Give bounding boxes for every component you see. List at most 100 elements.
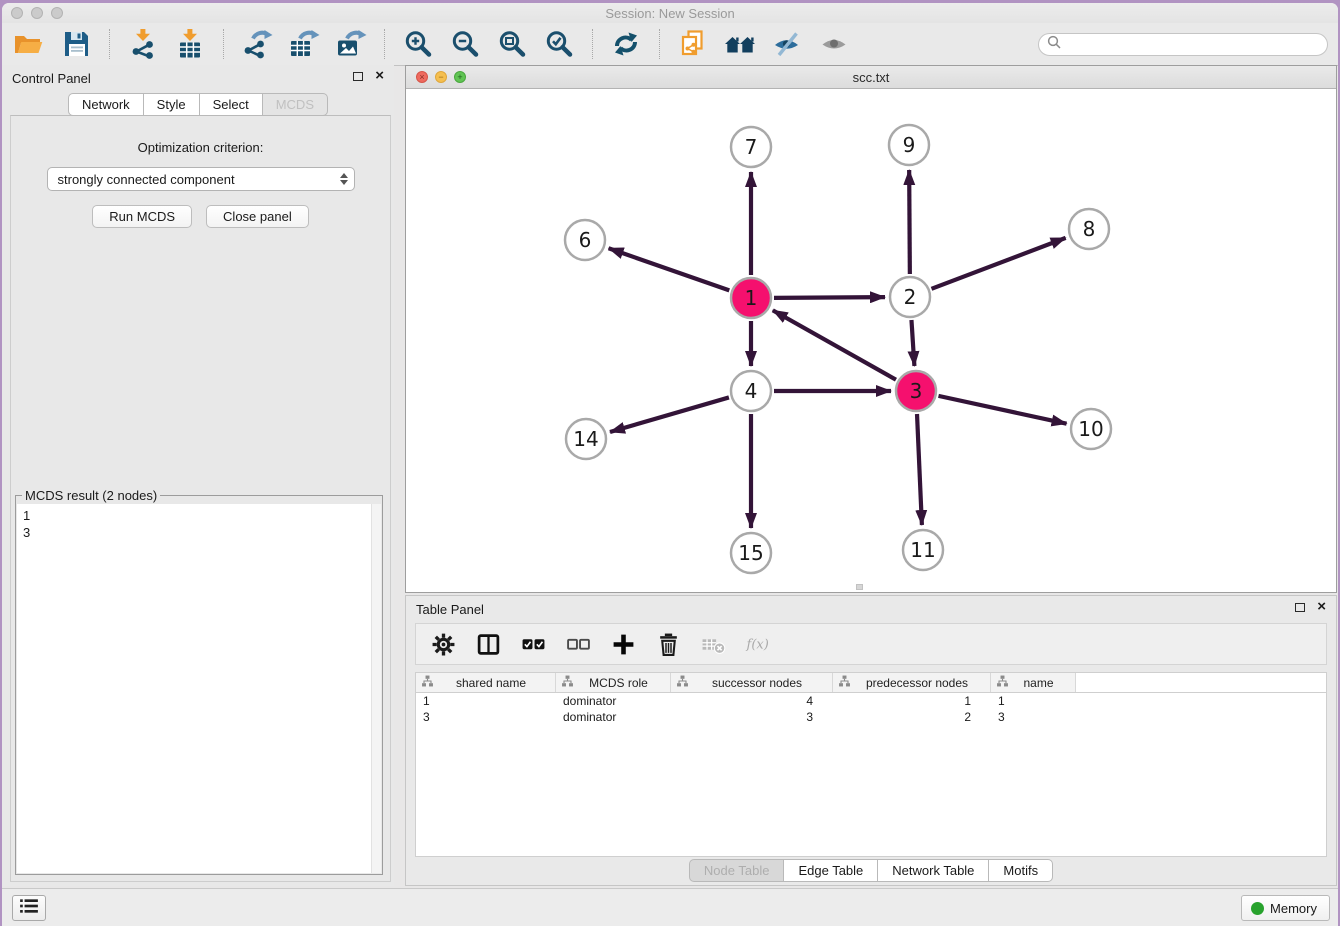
column-header-MCDS-role[interactable]: MCDS role [556, 673, 671, 692]
graph-node-14[interactable]: 14 [566, 419, 606, 459]
graph-edge-3-10[interactable] [938, 396, 1066, 424]
network-zoom-button[interactable]: + [454, 71, 466, 83]
table-cell: 1 [416, 694, 556, 708]
network-close-button[interactable]: × [416, 71, 428, 83]
column-header-shared-name[interactable]: shared name [416, 673, 556, 692]
toolbar-separator [109, 29, 110, 59]
node-table[interactable]: shared nameMCDS role successor nodesprede… [415, 672, 1327, 857]
search-box[interactable] [1038, 33, 1328, 56]
result-scrollbar[interactable] [371, 504, 381, 873]
tab-select[interactable]: Select [199, 93, 263, 116]
graph-edge-3-1[interactable] [773, 310, 896, 379]
svg-text:8: 8 [1083, 217, 1096, 241]
graph-edge-4-14[interactable] [610, 397, 729, 432]
close-table-panel-icon[interactable]: × [1317, 602, 1326, 612]
mcds-result-area[interactable]: 13 [17, 504, 381, 873]
network-canvas[interactable]: 7 9 6 8 1 2 4 3 14 10 15 11 [406, 89, 1336, 592]
close-panel-button[interactable]: Close panel [206, 205, 309, 228]
float-table-panel-icon[interactable] [1295, 603, 1305, 612]
svg-text:9: 9 [903, 133, 916, 157]
status-bar: Memory [2, 888, 1338, 926]
tab-network[interactable]: Network [68, 93, 144, 116]
graph-node-1[interactable]: 1 [731, 278, 771, 318]
graph-node-2[interactable]: 2 [890, 277, 930, 317]
svg-text:11: 11 [910, 538, 935, 562]
tab-mcds[interactable]: MCDS [262, 93, 328, 116]
graph-edge-2-3[interactable] [911, 320, 914, 366]
window-traffic-lights [11, 7, 63, 19]
table-header-row: shared nameMCDS role successor nodesprede… [416, 673, 1326, 693]
column-header-predecessor-nodes[interactable]: predecessor nodes [833, 673, 991, 692]
graph-node-7[interactable]: 7 [731, 127, 771, 167]
task-history-button[interactable] [12, 895, 46, 921]
network-graph[interactable]: 7 9 6 8 1 2 4 3 14 10 15 11 [406, 89, 1338, 592]
network-minimize-button[interactable]: − [435, 71, 447, 83]
refresh-button[interactable] [609, 28, 643, 60]
export-image-button[interactable] [334, 28, 368, 60]
first-neighbors-button[interactable] [723, 28, 757, 60]
add-column-button[interactable] [610, 631, 636, 657]
show-all-button[interactable] [817, 28, 851, 60]
hide-selected-button[interactable] [770, 28, 804, 60]
settings-button[interactable] [430, 631, 456, 657]
select-all-button[interactable] [520, 631, 546, 657]
table-cell: 1 [833, 694, 991, 708]
deselect-all-button[interactable] [565, 631, 591, 657]
column-layout-button[interactable] [475, 631, 501, 657]
graph-edge-1-2[interactable] [774, 297, 885, 298]
graph-node-4[interactable]: 4 [731, 371, 771, 411]
graph-node-3[interactable]: 3 [896, 371, 936, 411]
zoom-window-button[interactable] [51, 7, 63, 19]
open-session-button[interactable] [12, 28, 46, 60]
window-titlebar: Session: New Session [2, 3, 1338, 23]
graph-node-6[interactable]: 6 [565, 220, 605, 260]
mcds-result-lines: 13 [17, 504, 381, 544]
duplicate-network-button[interactable] [676, 28, 710, 60]
minimize-window-button[interactable] [31, 7, 43, 19]
column-header-successor-nodes[interactable]: successor nodes [671, 673, 833, 692]
table-cell: dominator [556, 710, 671, 724]
mcds-result-group: MCDS result (2 nodes) 13 [15, 495, 383, 875]
import-network-button[interactable] [126, 28, 160, 60]
delete-column-button[interactable] [655, 631, 681, 657]
column-header-label: successor nodes [688, 676, 832, 690]
tab-motifs[interactable]: Motifs [988, 859, 1053, 882]
graph-edge-1-6[interactable] [609, 248, 730, 290]
close-panel-icon[interactable]: × [375, 71, 384, 81]
graph-edge-3-11[interactable] [917, 414, 922, 525]
graph-node-8[interactable]: 8 [1069, 209, 1109, 249]
tab-node-table[interactable]: Node Table [689, 859, 785, 882]
graph-edge-2-9[interactable] [909, 170, 910, 274]
graph-node-11[interactable]: 11 [903, 530, 943, 570]
tab-style[interactable]: Style [143, 93, 200, 116]
zoom-in-button[interactable] [401, 28, 435, 60]
run-mcds-button[interactable]: Run MCDS [92, 205, 192, 228]
tab-network-table[interactable]: Network Table [877, 859, 989, 882]
zoom-selected-button[interactable] [542, 28, 576, 60]
splitter-handle[interactable] [856, 584, 863, 590]
graph-edge-2-8[interactable] [932, 238, 1066, 289]
graph-node-10[interactable]: 10 [1071, 409, 1111, 449]
float-panel-icon[interactable] [353, 72, 363, 81]
control-panel-title: Control Panel [12, 71, 91, 86]
close-window-button[interactable] [11, 7, 23, 19]
graph-node-9[interactable]: 9 [889, 125, 929, 165]
export-network-button[interactable] [240, 28, 274, 60]
import-table-button[interactable] [173, 28, 207, 60]
table-panel-title: Table Panel [416, 602, 484, 617]
tab-edge-table[interactable]: Edge Table [783, 859, 878, 882]
zoom-fit-button[interactable] [495, 28, 529, 60]
function-builder-button[interactable]: f(x) [745, 631, 771, 657]
table-row[interactable]: 3dominator323 [416, 709, 1326, 725]
graph-node-15[interactable]: 15 [731, 533, 771, 573]
delete-table-button[interactable] [700, 631, 726, 657]
column-header-name[interactable]: name [991, 673, 1076, 692]
search-input[interactable] [1066, 37, 1319, 51]
table-row[interactable]: 1dominator411 [416, 693, 1326, 709]
zoom-out-button[interactable] [448, 28, 482, 60]
export-table-button[interactable] [287, 28, 321, 60]
optimization-criterion-select[interactable]: strongly connected component [47, 167, 355, 191]
memory-button[interactable]: Memory [1241, 895, 1330, 921]
save-session-button[interactable] [59, 28, 93, 60]
optimization-criterion-value: strongly connected component [58, 172, 340, 187]
